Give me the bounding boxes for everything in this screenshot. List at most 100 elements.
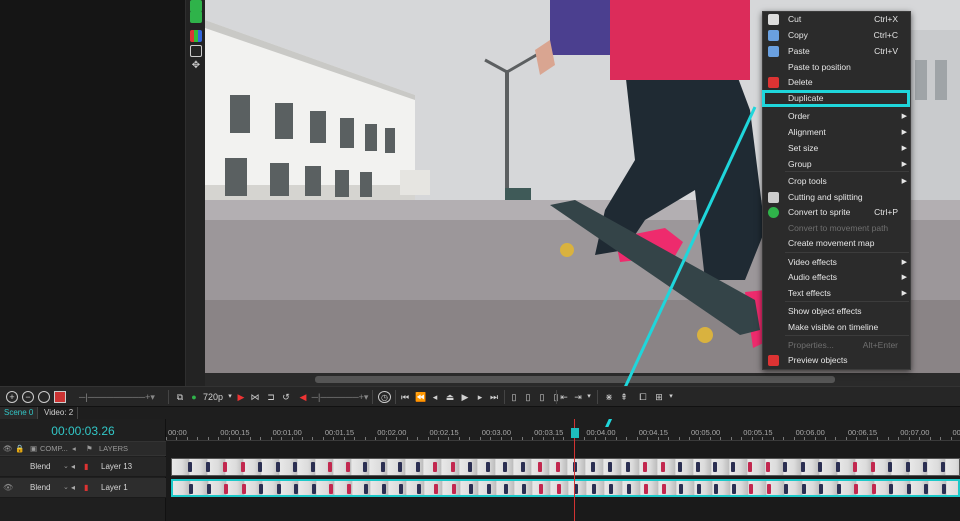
- markers-icon[interactable]: ▯: [537, 391, 547, 403]
- group-icon[interactable]: ⧠: [638, 391, 648, 403]
- zoom-slider[interactable]: ─|─────────+▾: [72, 391, 162, 403]
- ruler-tick: [709, 437, 711, 440]
- menu-item-paste[interactable]: Paste Ctrl+V: [763, 44, 912, 59]
- menu-item-cutting-and-splitting[interactable]: Cutting and splitting: [763, 190, 912, 205]
- arrange-dropdown-icon[interactable]: ▾: [667, 391, 675, 403]
- menu-item-make-visible-on-timeline[interactable]: Make visible on timeline: [763, 320, 912, 335]
- menu-item-create-movement-map[interactable]: Create movement map: [763, 236, 912, 251]
- ruler-tick: [469, 437, 471, 440]
- ruler-tick: [511, 437, 513, 440]
- clip-thumbnail-figure: [538, 462, 542, 472]
- layer-audio-icon[interactable]: ◂: [71, 478, 75, 498]
- scrollbar-thumb[interactable]: [315, 376, 835, 383]
- ruler-tick: [866, 437, 868, 440]
- record-icon[interactable]: [54, 391, 66, 403]
- eye-icon[interactable]: 👁: [3, 442, 13, 456]
- tab-video-2[interactable]: Video: 2: [40, 407, 79, 419]
- blend-dropdown-icon[interactable]: ⌄: [63, 457, 69, 477]
- clip-layer-13[interactable]: [171, 458, 960, 476]
- volume-slider[interactable]: ─|──────+▾: [310, 391, 370, 403]
- align-icon[interactable]: ⇞: [619, 391, 629, 403]
- ruler-tick: [636, 437, 638, 440]
- step-back-icon[interactable]: ◂: [430, 391, 440, 403]
- go-start-icon[interactable]: ⏮: [400, 391, 410, 403]
- clock-icon[interactable]: ◷: [378, 391, 391, 403]
- clip-thumbnail-figure: [521, 484, 526, 494]
- clip-thumbnail-figure: [870, 462, 875, 472]
- menu-item-audio-effects[interactable]: Audio effects ▶: [763, 270, 912, 285]
- undo-icon[interactable]: ↺: [281, 391, 291, 403]
- ruler-tick: [197, 437, 199, 440]
- menu-item-convert-to-sprite[interactable]: Convert to sprite Ctrl+P: [763, 205, 912, 220]
- layer-row-13[interactable]: Blend ⌄ ◂ ▮ Layer 13: [0, 457, 166, 477]
- ruler-tick: [783, 437, 785, 440]
- clip-thumbnail-figure: [678, 462, 682, 472]
- video-tool-icon[interactable]: [190, 11, 202, 23]
- play-red-icon[interactable]: ▶: [236, 391, 246, 403]
- ruler-label: 00:01.15: [324, 428, 355, 437]
- timeline-ruler[interactable]: 00:00 00:00.15 00:01.00 00:01.15 00:02.00 00:…: [166, 427, 960, 441]
- layout-icon[interactable]: ⧉: [173, 391, 187, 403]
- snap-icon[interactable]: ⋇: [604, 391, 614, 403]
- menu-item-order[interactable]: Order ▶: [763, 109, 912, 124]
- play-icon[interactable]: ▶: [460, 391, 470, 403]
- menu-item-set-size[interactable]: Set size ▶: [763, 141, 912, 156]
- menu-item-text-effects[interactable]: Text effects ▶: [763, 286, 912, 301]
- layer-eye-icon[interactable]: 👁: [3, 478, 13, 498]
- clip-thumbnail-figure: [608, 462, 612, 472]
- menu-item-show-object-effects[interactable]: Show object effects: [763, 304, 912, 319]
- ruler-tick: [919, 437, 921, 440]
- menu-item-paste-to-position[interactable]: Paste to position: [763, 60, 912, 75]
- menu-item-label: Set size: [788, 143, 819, 153]
- menu-item-video-effects[interactable]: Video effects ▶: [763, 255, 912, 270]
- timeline-tracks[interactable]: [166, 441, 960, 521]
- menu-item-preview-objects[interactable]: Preview objects: [763, 353, 912, 368]
- zoom-out-icon[interactable]: −: [22, 391, 34, 403]
- layer-row-1[interactable]: 👁 Blend ⌄ ◂ ▮ Layer 1: [0, 478, 166, 498]
- tab-scene-0[interactable]: Scene 0: [0, 407, 39, 419]
- marker-dropdown-icon[interactable]: ▾: [585, 391, 593, 403]
- menu-item-cut[interactable]: Cut Ctrl+X: [763, 12, 912, 27]
- menu-separator: [785, 171, 909, 172]
- resize-tool-icon[interactable]: [190, 45, 202, 57]
- menu-item-alignment[interactable]: Alignment ▶: [763, 125, 912, 140]
- clip-thumbnail-figure: [800, 462, 805, 472]
- ruler-tick: [689, 437, 690, 440]
- split-icon[interactable]: ⋈: [250, 391, 260, 403]
- go-end-icon[interactable]: ⏭: [489, 391, 499, 403]
- layer-audio-icon[interactable]: ◂: [71, 457, 75, 477]
- chart-tool-icon[interactable]: [190, 30, 202, 42]
- menu-item-delete[interactable]: Delete: [763, 75, 912, 90]
- move-tool-icon[interactable]: ✥: [190, 60, 202, 72]
- preview-horizontal-scrollbar[interactable]: [205, 373, 960, 386]
- next-marker-icon[interactable]: ⇥: [573, 391, 583, 403]
- zoom-in-icon[interactable]: +: [6, 391, 18, 403]
- layers-header: 👁 🔒 ▣ COMP... ◂ ⚑ LAYERS: [0, 441, 166, 456]
- blend-dropdown-icon[interactable]: ⌄: [63, 478, 69, 498]
- blend-mode-select[interactable]: Blend: [30, 457, 50, 477]
- arrange-icon[interactable]: ⊞: [654, 391, 664, 403]
- clip-thumbnail-figure: [625, 462, 630, 472]
- resolution-dropdown-icon[interactable]: ▾: [226, 391, 234, 403]
- step-forward-icon[interactable]: ▸: [475, 391, 485, 403]
- playhead-handle[interactable]: [571, 428, 579, 438]
- prev-marker-icon[interactable]: ⇤: [559, 391, 569, 403]
- menu-item-crop-tools[interactable]: Crop tools ▶: [763, 174, 912, 189]
- mark-in-icon[interactable]: ▯: [509, 391, 519, 403]
- rewind-icon[interactable]: ⏪: [415, 391, 426, 403]
- resolution-select[interactable]: 720p: [201, 391, 225, 403]
- zoom-fit-icon[interactable]: [38, 391, 50, 403]
- clip-layer-1[interactable]: [171, 479, 960, 497]
- clip-thumbnail-figure: [556, 484, 561, 494]
- menu-item-group[interactable]: Group ▶: [763, 157, 912, 172]
- lock-icon[interactable]: 🔒: [15, 442, 24, 456]
- trim-icon[interactable]: ⊐: [266, 391, 276, 403]
- mark-out-icon[interactable]: ▯: [523, 391, 533, 403]
- video-editor-window: ✥ Cut Ctrl+X Copy Ctrl+C Paste Ctrl+V Pa…: [0, 0, 960, 521]
- stop-icon[interactable]: ⏏: [445, 391, 455, 403]
- blend-mode-select[interactable]: Blend: [30, 478, 50, 498]
- volume-icon[interactable]: ◀: [298, 391, 308, 403]
- menu-item-copy[interactable]: Copy Ctrl+C: [763, 28, 912, 43]
- ruler-tick: [396, 437, 398, 440]
- clip-thumbnail-figure: [923, 462, 927, 472]
